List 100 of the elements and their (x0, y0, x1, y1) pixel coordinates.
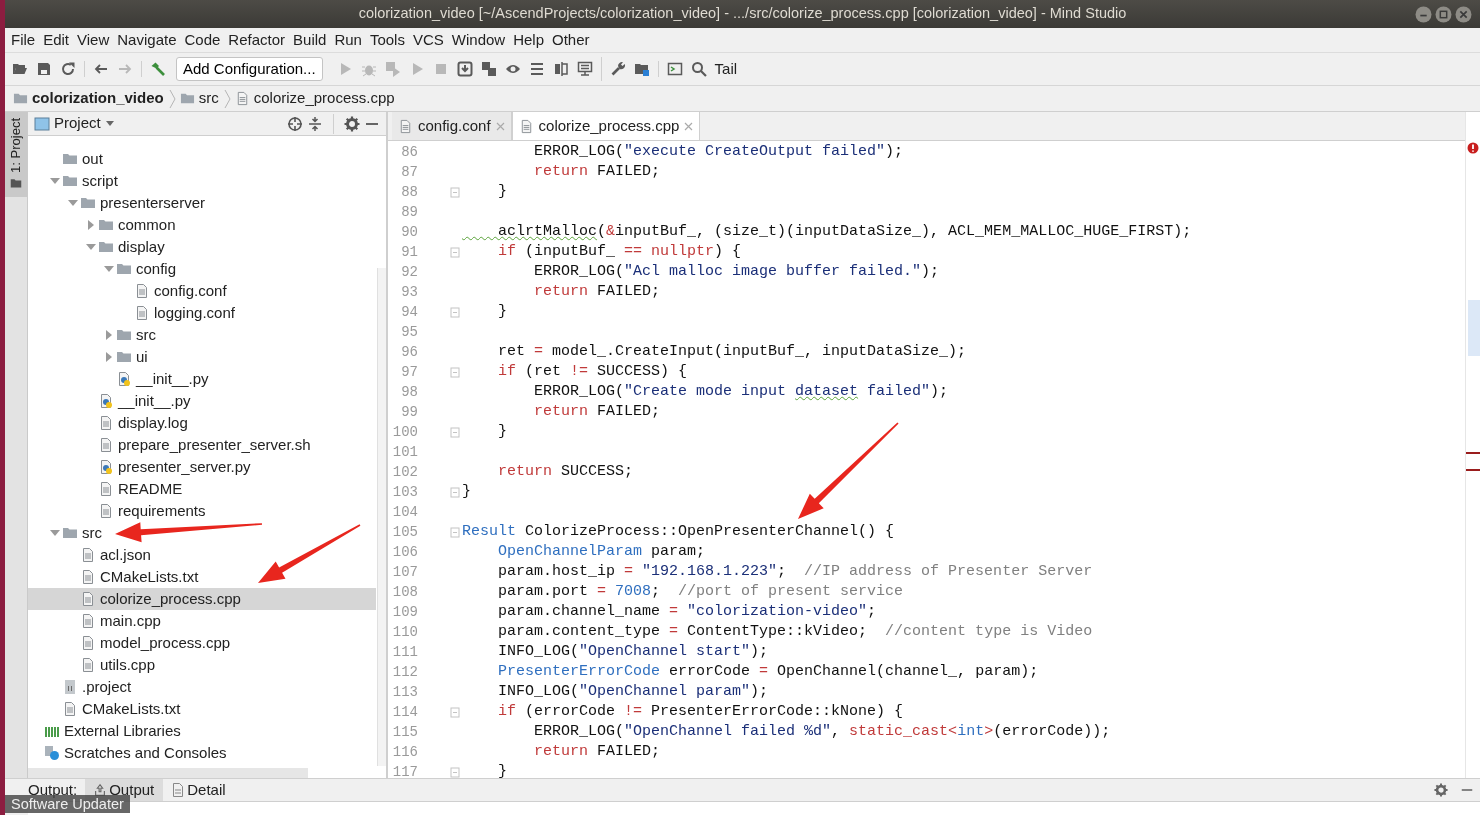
terminal-icon[interactable] (666, 61, 683, 77)
tree-item-label: Scratches and Consoles (64, 742, 227, 763)
configuration-button[interactable]: Add Configuration... (176, 57, 323, 81)
tree-row[interactable]: script (28, 170, 376, 192)
tail-button[interactable]: Tail (714, 57, 738, 81)
tree-row[interactable]: main.cpp (28, 610, 376, 632)
tree-row[interactable]: __init__.py (28, 390, 376, 412)
settings-icon[interactable] (344, 115, 360, 132)
hammer-icon[interactable] (150, 61, 166, 77)
tree-row[interactable]: prepare_presenter_server.sh (28, 434, 376, 456)
menu-item[interactable]: View (73, 28, 114, 52)
tree-row[interactable]: .project (28, 676, 376, 698)
list-icon[interactable] (528, 61, 545, 77)
monitor-icon[interactable] (576, 61, 593, 77)
menu-item[interactable]: VCS (408, 28, 448, 52)
tree-row[interactable]: Scratches and Consoles (28, 742, 376, 764)
caret-down-icon[interactable] (104, 120, 115, 127)
editor-tab[interactable]: colorize_process.cpp (511, 112, 701, 140)
fold-marker-icon[interactable] (450, 426, 460, 438)
tree-item-label: config (136, 258, 177, 279)
fold-marker-icon[interactable] (450, 186, 460, 198)
fold-marker-icon[interactable] (450, 246, 460, 258)
line-number: 111 (391, 642, 418, 662)
menu-item[interactable]: Build (289, 28, 331, 52)
breadcrumb-item[interactable]: src (198, 87, 219, 110)
fold-marker-icon[interactable] (450, 486, 460, 498)
folder-icon (179, 91, 195, 106)
tree-row[interactable]: External Libraries (28, 720, 376, 742)
tree-row[interactable]: requirements (28, 500, 376, 522)
tree-row[interactable]: __init__.py (28, 368, 376, 390)
code-line: if (ret != SUCCESS) { (497, 361, 688, 382)
close-icon[interactable] (495, 121, 505, 131)
settings-icon[interactable] (1434, 783, 1448, 797)
tree-item-label: colorize_process.cpp (100, 588, 241, 609)
fold-marker-icon[interactable] (450, 366, 460, 378)
sync-icon[interactable] (60, 61, 76, 77)
tree-row[interactable]: config (28, 258, 376, 280)
menu-item[interactable]: Code (180, 28, 225, 52)
editor-tab[interactable]: config.conf (392, 112, 512, 140)
tree-item-label: CMakeLists.txt (100, 566, 199, 587)
breadcrumb-item[interactable]: colorize_process.cpp (253, 87, 395, 110)
tree-row[interactable]: model_process.cpp (28, 632, 376, 654)
line-number: 93 (400, 282, 418, 302)
close-icon[interactable] (684, 121, 694, 131)
fold-marker-icon[interactable] (450, 306, 460, 318)
tree-row[interactable]: display.log (28, 412, 376, 434)
tree-row[interactable]: config.conf (28, 280, 376, 302)
breadcrumb-item[interactable]: colorization_video (32, 87, 164, 110)
tree-row[interactable]: src (28, 522, 376, 544)
fold-marker-icon[interactable] (450, 526, 460, 538)
menu-item[interactable]: Window (447, 28, 510, 52)
minimize-icon[interactable] (1415, 6, 1432, 23)
maximize-icon[interactable] (1435, 6, 1452, 23)
tree-row[interactable]: presenter_server.py (28, 456, 376, 478)
tree-row[interactable]: ui (28, 346, 376, 368)
split-view-icon[interactable] (552, 61, 569, 77)
output-tab[interactable]: Detail (163, 779, 235, 801)
python-file-icon (98, 459, 114, 475)
menu-item[interactable]: Help (509, 28, 549, 52)
search-icon[interactable] (690, 61, 707, 77)
tree-item-label: acl.json (100, 544, 151, 565)
tree-row[interactable]: README (28, 478, 376, 500)
folder-icon (98, 217, 114, 233)
download-icon[interactable] (456, 61, 473, 77)
error-icon[interactable] (1467, 142, 1479, 154)
tree-row[interactable]: logging.conf (28, 302, 376, 324)
menu-item[interactable]: File (7, 28, 40, 52)
close-icon[interactable] (1455, 6, 1472, 23)
scrollbar[interactable] (377, 268, 386, 766)
save-icon[interactable] (36, 61, 52, 77)
code-line: aclrtMalloc(&inputBuf_, (size_t)(inputDataSize_), ACL_MEM_MALLOC_HUGE_FIRST); (497, 221, 1192, 242)
tree-row[interactable]: acl.json (28, 544, 376, 566)
menu-item[interactable]: Navigate (113, 28, 181, 52)
menu-item[interactable]: Tools (365, 28, 409, 52)
side-tab[interactable]: 1: Project (5, 112, 27, 197)
tree-row[interactable]: utils.cpp (28, 654, 376, 676)
scrollbar[interactable] (28, 768, 308, 778)
tree-row[interactable]: CMakeLists.txt (28, 566, 376, 588)
menu-item[interactable]: Refactor (224, 28, 290, 52)
fold-marker-icon[interactable] (450, 766, 460, 778)
menu-item[interactable]: Other (548, 28, 594, 52)
target-icon[interactable] (287, 115, 303, 132)
tree-row[interactable]: CMakeLists.txt (28, 698, 376, 720)
tree-row[interactable]: out (28, 148, 376, 170)
squares-icon[interactable] (480, 61, 497, 77)
tree-row[interactable]: presenterserver (28, 192, 376, 214)
collapse-icon[interactable] (307, 115, 323, 132)
panel-title[interactable]: Project (54, 112, 101, 135)
scrollbar-thumb[interactable] (1468, 300, 1480, 356)
wrench-icon[interactable] (609, 61, 626, 77)
tree-row[interactable]: colorize_process.cpp (28, 588, 376, 610)
folder-open-icon[interactable] (12, 61, 28, 77)
folder-grid-icon[interactable] (633, 61, 650, 77)
tree-row[interactable]: common (28, 214, 376, 236)
menu-item[interactable]: Run (330, 28, 366, 52)
fold-marker-icon[interactable] (450, 706, 460, 718)
tree-row[interactable]: display (28, 236, 376, 258)
tree-row[interactable]: src (28, 324, 376, 346)
code-line: return FAILED; (533, 401, 661, 422)
menu-item[interactable]: Edit (39, 28, 74, 52)
